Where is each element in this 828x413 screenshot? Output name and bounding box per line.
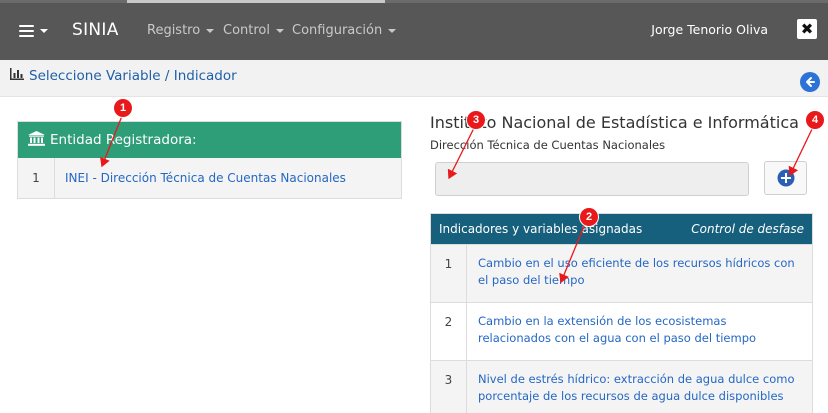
indicadores-header-left: Indicadores y variables asignadas	[439, 222, 643, 236]
close-button[interactable]: ✖	[797, 19, 817, 39]
institution-subtitle: Dirección Técnica de Cuentas Nacionales	[430, 138, 666, 152]
indicadores-table: Indicadores y variables asignadas Contro…	[430, 213, 813, 413]
table-row: 2 Cambio en la extensión de los ecosiste…	[431, 302, 812, 360]
hamburger-icon	[19, 25, 34, 37]
annotation-badge-1: 1	[114, 99, 132, 117]
row-number: 3	[431, 361, 467, 413]
control-desfase-link[interactable]: Control de desfase	[691, 222, 804, 236]
annotation-badge-3: 3	[467, 111, 485, 129]
annotation-badge-4: 4	[806, 111, 824, 129]
chevron-down-icon	[388, 28, 397, 33]
page-subheader: Seleccione Variable / Indicador	[0, 60, 828, 97]
row-number: 1	[431, 245, 467, 302]
table-row: 3 Nivel de estrés hídrico: extracción de…	[431, 360, 812, 413]
add-indicator-button[interactable]	[764, 161, 807, 195]
chevron-down-icon	[206, 28, 215, 33]
page-title-text: Seleccione Variable / Indicador	[29, 68, 237, 84]
bar-chart-icon	[10, 68, 24, 84]
table-row: 1 Cambio en el uso eficiente de los recu…	[431, 244, 812, 302]
chevron-down-icon	[40, 29, 48, 33]
plus-circle-icon	[777, 169, 794, 187]
row-number: 1	[18, 158, 55, 198]
page-title: Seleccione Variable / Indicador	[10, 68, 237, 84]
annotation-badge-2: 2	[580, 208, 598, 226]
horizontal-scrollbar[interactable]	[127, 0, 385, 3]
browser-strip	[0, 0, 828, 3]
nav-label: Registro	[147, 23, 201, 38]
nav-registro[interactable]: Registro	[147, 23, 215, 38]
menu-toggle-button[interactable]	[19, 20, 48, 42]
nav-label: Configuración	[292, 23, 383, 38]
indicator-link[interactable]: Cambio en el uso eficiente de los recurs…	[467, 245, 812, 302]
institution-title: Instituto Nacional de Estadística e Info…	[430, 113, 799, 132]
entidad-header: Entidad Registradora:	[18, 122, 401, 158]
nav-control[interactable]: Control	[223, 23, 284, 38]
nav-configuracion[interactable]: Configuración	[292, 23, 397, 38]
arrow-left-icon	[806, 77, 815, 87]
entidad-link[interactable]: INEI - Dirección Técnica de Cuentas Naci…	[55, 158, 346, 198]
table-row: 1 INEI - Dirección Técnica de Cuentas Na…	[18, 158, 401, 198]
chevron-down-icon	[276, 28, 284, 33]
variable-search-input[interactable]	[435, 162, 749, 196]
back-button[interactable]	[800, 72, 820, 92]
institution-icon	[28, 130, 45, 150]
close-icon: ✖	[800, 19, 814, 38]
nav-label: Control	[223, 23, 270, 38]
top-navbar: SINIA Registro Control Configuración Jor…	[0, 0, 828, 60]
row-number: 2	[431, 303, 467, 360]
brand-logo[interactable]: SINIA	[72, 20, 119, 40]
entidad-header-text: Entidad Registradora:	[50, 132, 197, 148]
entidad-registradora-panel: Entidad Registradora: 1 INEI - Dirección…	[17, 121, 402, 199]
indicator-link[interactable]: Nivel de estrés hídrico: extracción de a…	[467, 361, 812, 413]
indicator-link[interactable]: Cambio en la extensión de los ecosistema…	[467, 303, 812, 360]
user-name[interactable]: Jorge Tenorio Oliva	[651, 22, 768, 37]
indicadores-header: Indicadores y variables asignadas Contro…	[431, 214, 812, 244]
